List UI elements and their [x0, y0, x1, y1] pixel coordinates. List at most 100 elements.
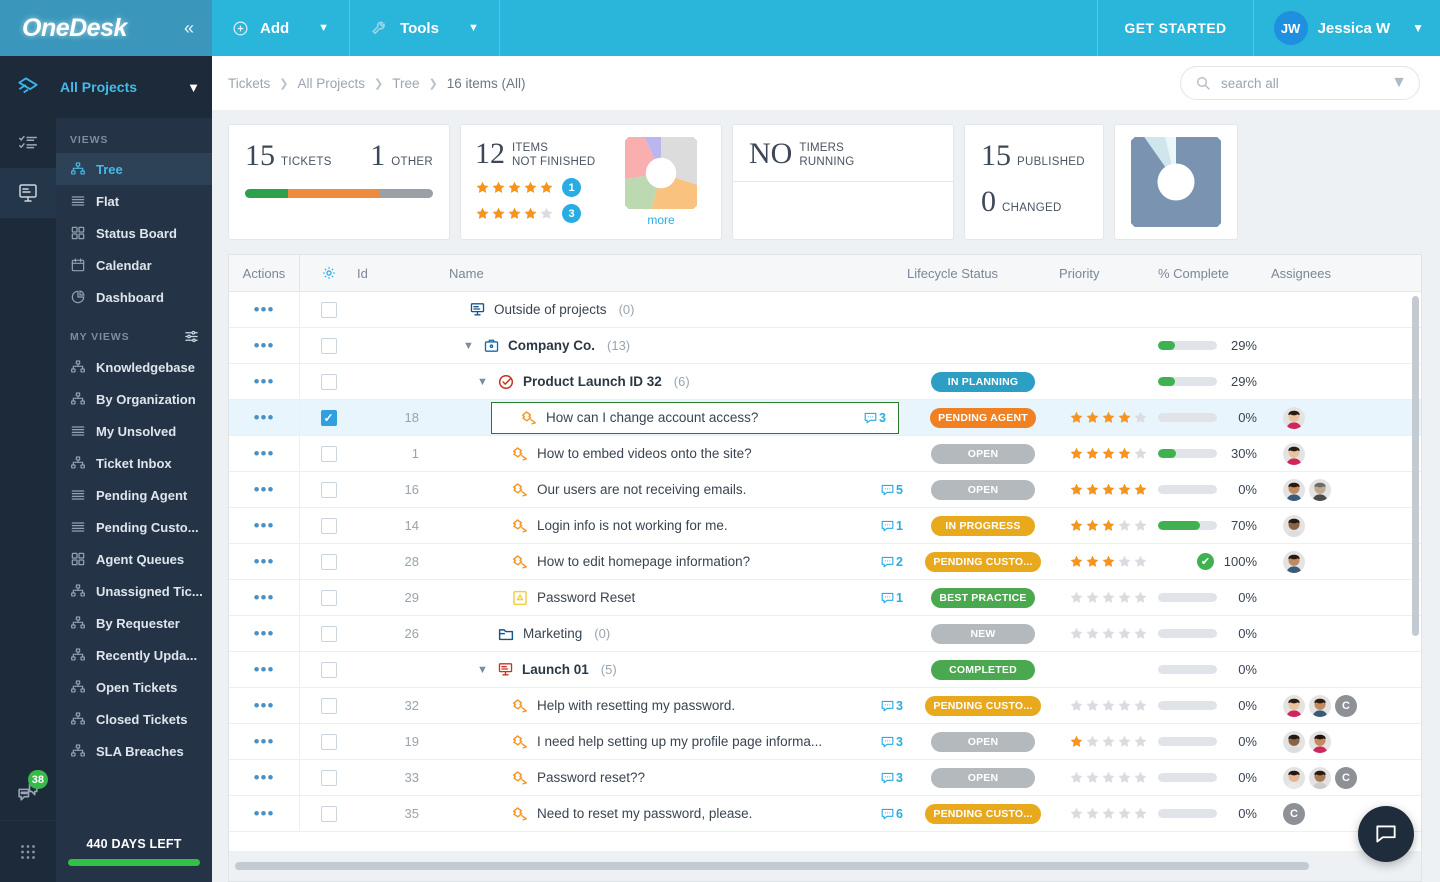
rail-chat-icon[interactable]: 38 [0, 764, 56, 820]
row-checkbox[interactable] [321, 806, 337, 822]
star-rating[interactable] [1069, 446, 1148, 461]
row-actions-button[interactable]: ••• [229, 616, 300, 651]
status-badge[interactable]: PENDING CUSTO... [925, 552, 1040, 572]
add-menu-button[interactable]: Add ▼ [212, 0, 350, 56]
sidebar-item-by-organization[interactable]: By Organization [56, 383, 212, 415]
get-started-button[interactable]: GET STARTED [1097, 0, 1253, 56]
star-rating[interactable] [1069, 770, 1148, 785]
star-rating[interactable] [1069, 626, 1148, 641]
status-badge[interactable]: NEW [931, 624, 1035, 644]
breadcrumb-item[interactable]: All Projects [297, 76, 365, 91]
sidebar-item-ticket-inbox[interactable]: Ticket Inbox [56, 447, 212, 479]
sidebar-item-agent-queues[interactable]: Agent Queues [56, 543, 212, 575]
avatar[interactable]: C [1283, 803, 1305, 825]
row-checkbox[interactable] [321, 590, 337, 606]
avatar[interactable] [1283, 695, 1305, 717]
conversation-count[interactable]: 6 [880, 806, 907, 821]
table-row[interactable]: •••33 Password reset?? 3OPEN0% C [229, 760, 1421, 796]
avatar[interactable] [1283, 767, 1305, 789]
table-row[interactable]: •••▼ Company Co.(13)29% [229, 328, 1421, 364]
table-row[interactable]: •••16 Our users are not receiving emails… [229, 472, 1421, 508]
more-link[interactable]: more [647, 213, 674, 227]
rail-board-icon[interactable] [0, 168, 56, 218]
table-row[interactable]: •••32 Help with resetting my password. 3… [229, 688, 1421, 724]
table-row[interactable]: •••35 Need to reset my password, please.… [229, 796, 1421, 832]
table-row[interactable]: •••1 How to embed videos onto the site?O… [229, 436, 1421, 472]
row-actions-button[interactable]: ••• [229, 760, 300, 795]
status-badge[interactable]: OPEN [931, 768, 1035, 788]
row-actions-button[interactable]: ••• [229, 796, 300, 831]
conversation-count[interactable]: 3 [880, 770, 907, 785]
rail-app-icon[interactable] [0, 56, 56, 118]
status-badge[interactable]: PENDING CUSTO... [925, 696, 1040, 716]
avatar[interactable] [1283, 515, 1305, 537]
row-checkbox[interactable] [321, 482, 337, 498]
conversation-count[interactable]: 1 [880, 518, 907, 533]
row-checkbox[interactable] [321, 374, 337, 390]
sidebar-item-flat[interactable]: Flat [56, 185, 212, 217]
avatar[interactable] [1309, 479, 1331, 501]
avatar[interactable] [1283, 551, 1305, 573]
sidebar-item-recently-upda[interactable]: Recently Upda... [56, 639, 212, 671]
status-badge[interactable]: BEST PRACTICE [931, 588, 1035, 608]
conversation-count[interactable]: 5 [880, 482, 907, 497]
sidebar-item-dashboard[interactable]: Dashboard [56, 281, 212, 313]
star-rating[interactable] [1069, 698, 1148, 713]
breadcrumb-item[interactable]: Tickets [228, 76, 270, 91]
sidebar-item-knowledgebase[interactable]: Knowledgebase [56, 351, 212, 383]
row-checkbox[interactable] [321, 446, 337, 462]
avatar[interactable] [1309, 695, 1331, 717]
table-row[interactable]: •••28 How to edit homepage information? … [229, 544, 1421, 580]
sidebar-item-tree[interactable]: Tree [56, 153, 212, 185]
avatar[interactable] [1309, 731, 1331, 753]
avatar[interactable] [1309, 767, 1331, 789]
row-checkbox[interactable] [321, 734, 337, 750]
sidebar-item-open-tickets[interactable]: Open Tickets [56, 671, 212, 703]
chevron-down-icon[interactable]: ▼ [477, 664, 489, 676]
star-rating[interactable] [1069, 482, 1148, 497]
chevron-down-icon[interactable]: ▼ [477, 376, 489, 388]
table-row[interactable]: •••18 How can I change account access? 3… [229, 400, 1421, 436]
row-checkbox[interactable] [321, 302, 337, 318]
conversation-count[interactable]: 2 [880, 554, 907, 569]
row-checkbox[interactable] [321, 662, 337, 678]
row-actions-button[interactable]: ••• [229, 436, 300, 471]
avatar[interactable]: C [1335, 695, 1357, 717]
chevron-down-icon[interactable]: ▼ [463, 340, 475, 352]
rail-tasks-icon[interactable] [0, 118, 56, 168]
chevron-down-icon[interactable]: ▼ [1391, 74, 1407, 92]
status-badge[interactable]: COMPLETED [931, 660, 1035, 680]
conversation-count[interactable]: 3 [863, 410, 890, 425]
row-actions-button[interactable]: ••• [229, 292, 300, 327]
status-badge[interactable]: IN PLANNING [931, 372, 1035, 392]
table-row[interactable]: •••▼ Launch 01(5)COMPLETED0% [229, 652, 1421, 688]
table-row[interactable]: •••▼ Product Launch ID 32(6)IN PLANNING2… [229, 364, 1421, 400]
status-badge[interactable]: PENDING CUSTO... [925, 804, 1040, 824]
search-input[interactable]: search all ▼ [1180, 66, 1420, 100]
row-checkbox[interactable] [321, 410, 337, 426]
rail-apps-icon[interactable] [0, 820, 56, 882]
sidebar-item-unassigned-tic[interactable]: Unassigned Tic... [56, 575, 212, 607]
row-checkbox[interactable] [321, 770, 337, 786]
vertical-scrollbar[interactable] [1412, 296, 1419, 636]
row-checkbox[interactable] [321, 698, 337, 714]
row-actions-button[interactable]: ••• [229, 724, 300, 759]
row-name-editor[interactable]: How can I change account access? 3 [491, 402, 899, 434]
row-actions-button[interactable]: ••• [229, 544, 300, 579]
status-badge[interactable]: OPEN [931, 444, 1035, 464]
row-actions-button[interactable]: ••• [229, 472, 300, 507]
breadcrumb-item[interactable]: Tree [392, 76, 419, 91]
status-badge[interactable]: IN PROGRESS [931, 516, 1035, 536]
sidebar-item-closed-tickets[interactable]: Closed Tickets [56, 703, 212, 735]
table-row[interactable]: •••29 Password Reset 1BEST PRACTICE0% [229, 580, 1421, 616]
filter-settings-icon[interactable] [183, 329, 212, 344]
row-checkbox[interactable] [321, 626, 337, 642]
sidebar-item-sla-breaches[interactable]: SLA Breaches [56, 735, 212, 767]
row-actions-button[interactable]: ••• [229, 688, 300, 723]
sidebar-item-calendar[interactable]: Calendar [56, 249, 212, 281]
avatar[interactable] [1283, 407, 1305, 429]
sidebar-item-by-requester[interactable]: By Requester [56, 607, 212, 639]
star-rating[interactable] [1069, 518, 1148, 533]
column-settings-gear-icon[interactable] [300, 255, 357, 291]
status-badge[interactable]: PENDING AGENT [930, 408, 1036, 428]
